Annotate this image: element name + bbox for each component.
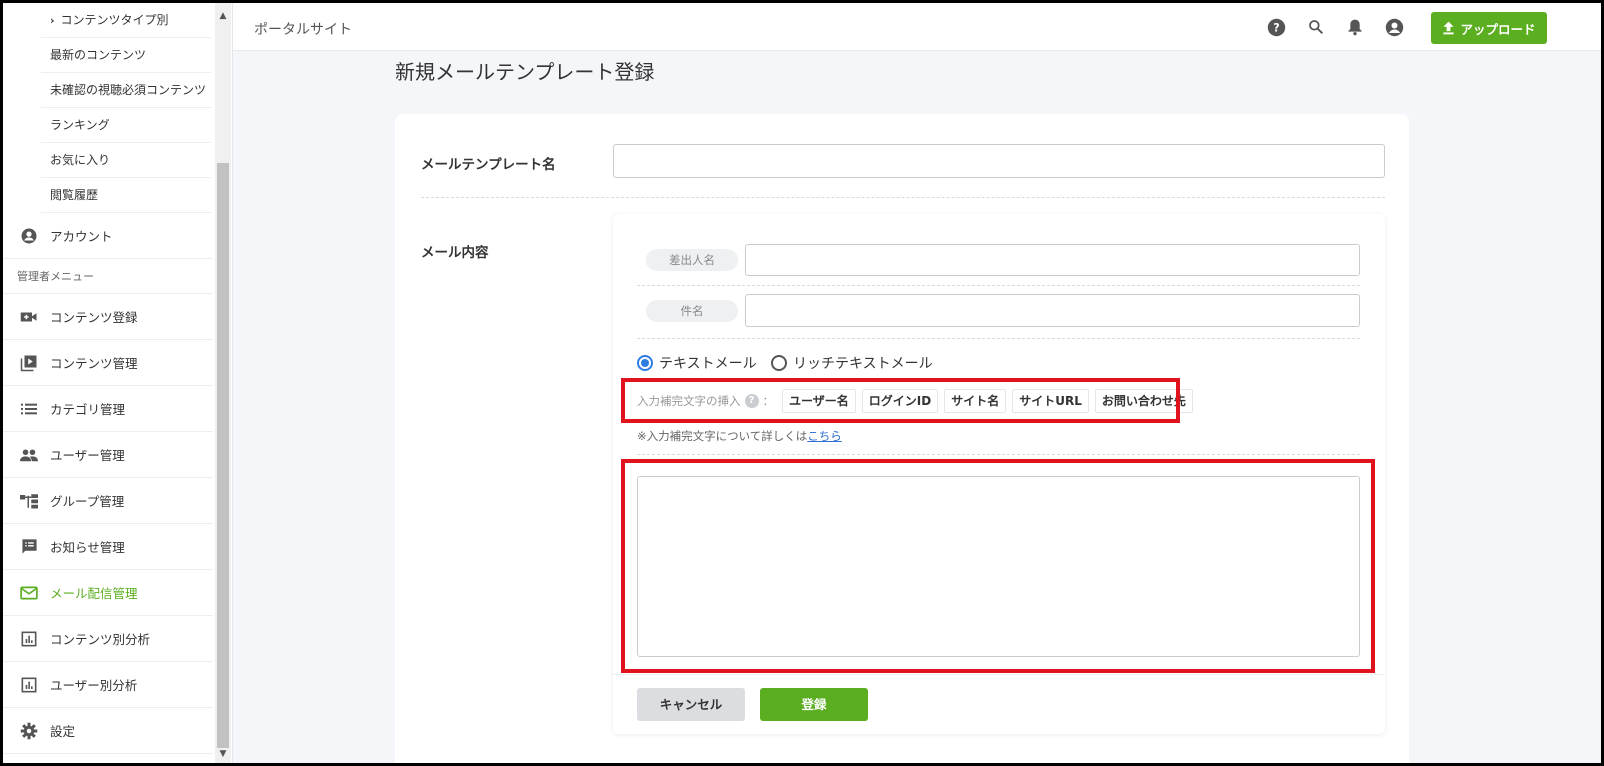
sender-name-input[interactable] — [745, 244, 1360, 276]
help-icon[interactable]: ? — [1266, 17, 1286, 37]
list-icon — [20, 400, 38, 418]
template-name-input[interactable] — [613, 144, 1385, 178]
divider — [637, 338, 1360, 339]
sidebar-item-label: お知らせ管理 — [50, 540, 125, 555]
radio-rich-text-mail[interactable]: リッチテキストメール — [771, 353, 933, 373]
sidebar-item-settings[interactable]: 設定 — [3, 708, 213, 754]
sidebar-item-history[interactable]: 閲覧履歴 — [41, 178, 211, 213]
chart-icon — [20, 676, 38, 694]
scroll-thumb[interactable] — [217, 163, 229, 748]
sidebar-item-group-manage[interactable]: グループ管理 — [3, 478, 213, 524]
radio-label: テキストメール — [659, 356, 757, 372]
cancel-button[interactable]: キャンセル — [637, 688, 745, 721]
sidebar-item-user-manage[interactable]: ユーザー管理 — [3, 432, 213, 478]
sidebar-item-label: 閲覧履歴 — [50, 188, 99, 202]
upload-button[interactable]: アップロード — [1431, 12, 1547, 44]
radio-button-unchecked[interactable] — [771, 355, 787, 371]
radio-text-mail[interactable]: テキストメール — [637, 353, 757, 373]
sidebar-item-content-analytics[interactable]: コンテンツ別分析 — [3, 616, 213, 662]
sidebar-item-label: お気に入り — [50, 153, 111, 167]
people-icon — [20, 446, 38, 464]
sidebar-item-unwatched-required[interactable]: 未確認の視聴必須コンテンツ — [41, 73, 211, 108]
video-add-icon — [20, 308, 38, 326]
sidebar-item-favorites[interactable]: お気に入り — [41, 143, 211, 178]
top-header: ポータルサイト ? アップロード — [233, 3, 1601, 51]
note-text: ※入力補完文字について詳しくは — [637, 429, 808, 443]
chart-icon — [20, 630, 38, 648]
sidebar-menu: › コンテンツタイプ別 最新のコンテンツ 未確認の視聴必須コンテンツ ランキング … — [3, 3, 213, 763]
hierarchy-icon — [20, 492, 38, 510]
announcement-icon — [20, 538, 38, 556]
sidebar-item-label: アカウント — [50, 229, 113, 244]
sidebar-item-label: コンテンツ別分析 — [50, 632, 151, 647]
highlight-body-area — [621, 459, 1375, 673]
sidebar-item-ranking[interactable]: ランキング — [41, 108, 211, 143]
divider — [613, 674, 1385, 675]
sidebar-item-label: 設定 — [50, 724, 76, 739]
sidebar-item-category-manage[interactable]: カテゴリ管理 — [3, 386, 213, 432]
sidebar-item-label: 未確認の視聴必須コンテンツ — [50, 83, 207, 97]
divider — [421, 197, 1385, 198]
admin-section-label: 管理者メニュー — [17, 270, 94, 283]
sidebar-item-label: コンテンツタイプ別 — [60, 13, 169, 27]
sidebar-item-mail-manage[interactable]: メール配信管理 — [3, 570, 213, 616]
subject-input[interactable] — [745, 294, 1360, 327]
sidebar-item-news-manage[interactable]: お知らせ管理 — [3, 524, 213, 570]
app-frame: › コンテンツタイプ別 最新のコンテンツ 未確認の視聴必須コンテンツ ランキング … — [3, 3, 1601, 763]
site-name[interactable]: ポータルサイト — [254, 19, 352, 39]
divider — [637, 285, 1360, 286]
template-name-label: メールテンプレート名 — [421, 157, 556, 173]
sidebar-item-label: コンテンツ登録 — [50, 310, 138, 325]
sidebar-item-label: ユーザー管理 — [50, 448, 125, 463]
account-circle-icon — [20, 227, 38, 245]
chevron-right-icon: › — [50, 14, 55, 27]
sidebar-item-label: ランキング — [50, 118, 110, 132]
sidebar-scrollbar[interactable]: ▲ ▼ — [215, 3, 231, 763]
sidebar: › コンテンツタイプ別 最新のコンテンツ 未確認の視聴必須コンテンツ ランキング … — [3, 3, 233, 763]
mail-content-label: メール内容 — [421, 245, 489, 261]
sender-name-label: 差出人名 — [646, 249, 738, 271]
subject-label: 件名 — [646, 300, 738, 322]
bell-icon[interactable] — [1345, 17, 1365, 37]
scroll-up-arrow-icon[interactable]: ▲ — [215, 9, 231, 23]
highlight-insert-row — [621, 378, 1180, 423]
video-library-icon — [20, 354, 38, 372]
mail-icon — [20, 584, 38, 602]
sidebar-item-label: グループ管理 — [50, 494, 125, 509]
sidebar-item-label: ユーザー別分析 — [50, 678, 138, 693]
radio-button-checked[interactable] — [637, 355, 653, 371]
register-button[interactable]: 登録 — [760, 688, 868, 721]
sidebar-item-account[interactable]: アカウント — [3, 213, 213, 259]
page-title: 新規メールテンプレート登録 — [395, 60, 655, 84]
account-icon[interactable] — [1384, 17, 1404, 37]
divider — [637, 454, 1360, 455]
sidebar-item-label: 最新のコンテンツ — [50, 48, 147, 62]
sidebar-item-latest[interactable]: 最新のコンテンツ — [41, 38, 211, 73]
sidebar-item-content-manage[interactable]: コンテンツ管理 — [3, 340, 213, 386]
upload-label: アップロード — [1460, 21, 1536, 37]
sidebar-item-content-register[interactable]: コンテンツ登録 — [3, 294, 213, 340]
sidebar-item-label: カテゴリ管理 — [50, 402, 126, 417]
radio-label: リッチテキストメール — [793, 356, 933, 372]
svg-text:?: ? — [1273, 21, 1279, 34]
sidebar-item-label: メール配信管理 — [50, 586, 138, 601]
note-link[interactable]: こちら — [807, 429, 842, 443]
sidebar-item-user-analytics[interactable]: ユーザー別分析 — [3, 662, 213, 708]
scroll-down-arrow-icon[interactable]: ▼ — [215, 747, 231, 761]
insert-note: ※入力補完文字について詳しくはこちら — [637, 428, 842, 444]
sidebar-item-label: コンテンツ管理 — [50, 356, 138, 371]
search-icon[interactable] — [1306, 17, 1326, 37]
upload-icon — [1443, 21, 1455, 35]
gear-icon — [20, 722, 38, 740]
sidebar-item-content-type[interactable]: › コンテンツタイプ別 — [41, 3, 211, 38]
